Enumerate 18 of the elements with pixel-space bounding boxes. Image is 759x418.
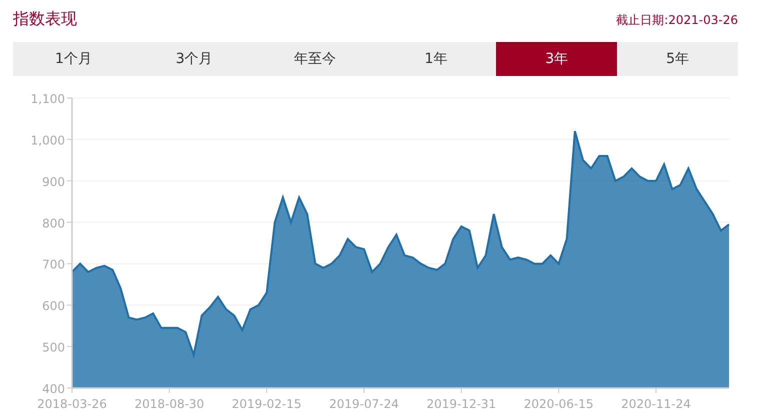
y-tick-label: 400 [42, 382, 65, 396]
y-tick-label: 700 [42, 258, 65, 272]
x-tick-label: 2020-11-24 [621, 397, 691, 411]
x-tick-label: 2019-02-15 [232, 397, 302, 411]
y-tick-label: 600 [42, 299, 65, 314]
y-tick-label: 1,000 [30, 133, 65, 148]
x-tick-label: 2019-12-31 [426, 397, 496, 411]
x-tick-label: 2020-06-15 [524, 397, 594, 411]
y-tick-label: 900 [42, 174, 65, 189]
x-tick-label: 2018-03-26 [37, 397, 107, 411]
y-tick-label: 1,100 [30, 92, 65, 106]
x-tick-label: 2018-08-30 [134, 397, 204, 411]
y-tick-label: 500 [42, 340, 65, 355]
period-tab[interactable]: 3年 [496, 42, 618, 76]
x-tick-label: 2019-07-24 [329, 397, 399, 411]
y-tick-label: 800 [42, 216, 65, 230]
section-title: 指数表现 [13, 9, 77, 30]
as-of-date: 截止日期:2021-03-26 [616, 12, 738, 29]
